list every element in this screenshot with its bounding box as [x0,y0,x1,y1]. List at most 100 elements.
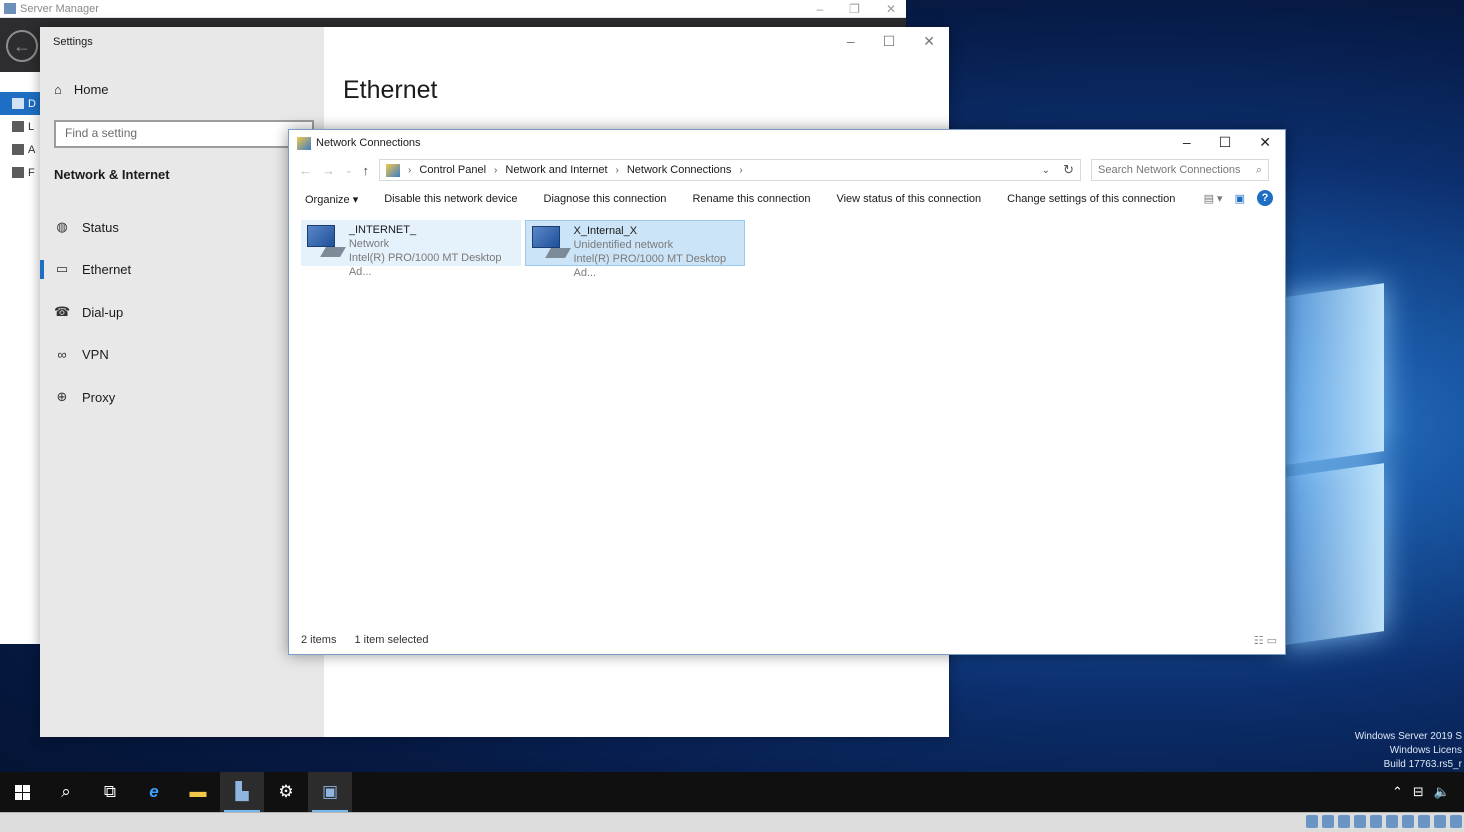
control-panel-icon [386,163,401,177]
server-manager-sidebar: D L A F [0,72,40,184]
chevron-right-icon[interactable]: › [494,165,497,176]
close-icon[interactable]: ✕ [923,33,935,50]
view-toggle-icons[interactable]: ☷ ▭ [1254,634,1277,647]
optical-icon[interactable] [1322,815,1334,828]
restore-icon[interactable]: ❐ [849,2,860,16]
selection-count: 1 item selected [354,634,429,646]
mouse-icon[interactable] [1450,815,1462,828]
connection-adapter: Intel(R) PRO/1000 MT Desktop Ad... [348,252,502,278]
view-controls: ▤ ▾ ▣ ? [1204,190,1273,206]
disk-icon[interactable] [1306,815,1318,828]
find-setting-input[interactable]: Find a setting [54,120,314,148]
sidebar-item-all[interactable]: A [0,138,40,161]
breadcrumb-network-internet[interactable]: Network and Internet [505,164,607,176]
breadcrumb-network-connections[interactable]: Network Connections [627,164,732,176]
os-watermark: Windows Server 2019 S Windows Licens Bui… [1354,731,1462,770]
network-icon[interactable] [1354,815,1366,828]
change-settings-button[interactable]: Change settings of this connection [1007,193,1175,205]
settings-sidebar: Settings ⌂ Home Find a setting Network &… [40,27,324,737]
sidebar-item-local[interactable]: L [0,115,40,138]
file-explorer-icon[interactable]: ▬ [176,772,220,812]
rename-button[interactable]: Rename this connection [692,193,810,205]
network-connections-icon[interactable]: ▣ [308,772,352,812]
maximize-icon[interactable]: ☐ [883,33,896,50]
globe-status-icon: ◍ [56,219,68,234]
back-icon[interactable]: ← [299,163,312,178]
connection-status: Network [348,238,390,250]
connection-adapter: Intel(R) PRO/1000 MT Desktop Ad... [573,253,727,279]
nav-vpn[interactable]: ∞ VPN [40,339,324,369]
settings-icon[interactable]: ⚙ [264,772,308,812]
start-icon[interactable] [0,772,44,812]
forward-icon[interactable]: → [322,163,335,178]
back-arrow-icon[interactable]: ← [6,30,38,62]
audio-icon[interactable] [1338,815,1350,828]
search-input[interactable]: Search Network Connections ⌕ [1091,159,1270,181]
nav-proxy[interactable]: ⊕ Proxy [40,382,324,412]
usb-icon[interactable] [1370,815,1382,828]
connection-item-internet[interactable]: _INTERNET_ Network Intel(R) PRO/1000 MT … [301,220,521,278]
view-options-icon[interactable]: ▤ ▾ [1204,192,1223,205]
connection-item-internal[interactable]: X_Internal_X Unidentified network Intel(… [525,220,745,279]
vpn-icon: ∞ [57,346,67,362]
minimize-icon[interactable]: – [816,2,823,16]
display-icon[interactable] [1402,815,1414,828]
recording-icon[interactable] [1418,815,1430,828]
nav-label: Ethernet [82,261,132,277]
help-icon[interactable]: ? [1257,190,1273,206]
refresh-icon[interactable]: ↻ [1063,162,1074,178]
server-manager-icon [4,3,16,14]
network-connections-window: Network Connections – ☐ ✕ ← → ⌄ ↑ › Cont… [288,129,1286,655]
volume-muted-icon[interactable]: 🔈 [1434,784,1450,800]
server-manager-icon[interactable]: ▙ [220,772,264,812]
nav-ethernet[interactable]: ▭ Ethernet [40,254,324,284]
connection-name: X_Internal_X [573,225,638,237]
cpu-icon[interactable] [1434,815,1446,828]
chevron-right-icon[interactable]: › [616,165,619,176]
preview-pane-icon[interactable]: ▣ [1235,192,1245,205]
close-icon[interactable]: ✕ [886,2,896,16]
up-icon[interactable]: ↑ [363,163,370,178]
network-connections-icon [297,136,311,150]
chevron-right-icon[interactable]: › [408,165,411,176]
disable-device-button[interactable]: Disable this network device [384,193,517,205]
network-icon[interactable]: ⊟ [1413,784,1424,800]
sidebar-item-dashboard[interactable]: D [0,92,40,115]
view-status-button[interactable]: View status of this connection [836,193,981,205]
recent-dropdown-icon[interactable]: ⌄ [345,165,353,176]
sidebar-item-file[interactable]: F [0,161,40,184]
connection-status: Unidentified network [573,239,674,251]
breadcrumb-control-panel[interactable]: Control Panel [419,164,486,176]
shared-folder-icon[interactable] [1386,815,1398,828]
organize-button[interactable]: Organize ▾ [305,193,358,206]
windows-logo-wallpaper [1280,262,1390,667]
search-icon[interactable]: ⌕ [44,772,88,812]
minimize-icon[interactable]: – [847,33,855,50]
status-bar: 2 items 1 item selected ☷ ▭ [289,634,1285,650]
system-tray: ⌃ ⊟ 🔈 [1392,772,1450,812]
chevron-right-icon[interactable]: › [739,165,742,176]
nav-label: Dial-up [82,304,124,320]
home-icon: ⌂ [54,82,62,97]
internet-explorer-icon[interactable]: e [132,772,176,812]
nav-status[interactable]: ◍ Status [40,212,324,242]
chevron-down-icon[interactable]: ⌄ [1042,165,1050,176]
nc-titlebar: Network Connections – ☐ ✕ [289,130,1285,156]
home-link[interactable]: ⌂ Home [54,82,109,97]
diagnose-button[interactable]: Diagnose this connection [544,193,667,205]
close-icon[interactable]: ✕ [1259,134,1271,151]
connection-name: _INTERNET_ [348,224,417,236]
maximize-icon[interactable]: ☐ [1219,134,1232,151]
virtualbox-status-bar [0,812,1464,832]
address-bar[interactable]: › Control Panel › Network and Internet ›… [379,159,1082,181]
home-label: Home [73,82,109,97]
network-adapter-icon [305,223,346,261]
connections-list: _INTERNET_ Network Intel(R) PRO/1000 MT … [301,220,745,279]
nav-label: VPN [82,346,109,362]
nc-window-controls: – ☐ ✕ [1183,134,1271,151]
nav-label: Proxy [82,389,116,405]
minimize-icon[interactable]: – [1183,134,1191,151]
nav-dial-up[interactable]: ☎ Dial-up [40,297,324,327]
task-view-icon[interactable]: ⧉ [88,772,132,812]
chevron-up-icon[interactable]: ⌃ [1392,784,1403,800]
